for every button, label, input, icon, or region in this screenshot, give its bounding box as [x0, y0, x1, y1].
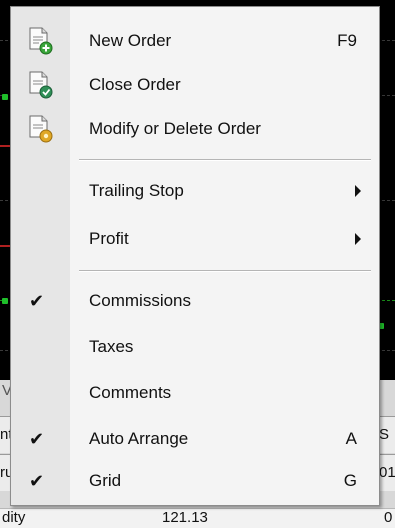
menu-item-label: Grid — [89, 471, 122, 490]
menu-item-profit[interactable]: Profit — [11, 217, 379, 261]
menu-item-close-order[interactable]: Close Order — [11, 63, 379, 107]
context-menu: New Order F9 Close Order Modify or Delet… — [10, 6, 380, 506]
table-cell: 121.13 — [162, 509, 208, 526]
menu-item-taxes[interactable]: Taxes — [11, 325, 379, 369]
close-order-icon — [27, 71, 53, 99]
menu-separator — [79, 159, 371, 161]
menu-item-label: Close Order — [89, 75, 181, 94]
menu-item-label: New Order — [89, 31, 172, 50]
menu-item-label: Commissions — [89, 291, 192, 310]
check-icon: ✔ — [29, 291, 45, 311]
table-cell: 0 — [384, 509, 393, 526]
check-icon: ✔ — [29, 471, 45, 491]
menu-item-label: Taxes — [89, 337, 134, 356]
menu-item-label: Comments — [89, 383, 172, 402]
new-order-icon — [27, 27, 53, 55]
table-cell: 01 — [379, 464, 395, 481]
price-point — [2, 94, 8, 100]
submenu-arrow-icon — [355, 233, 361, 245]
table-cell: dity — [2, 509, 26, 526]
menu-item-label: Modify or Delete Order — [89, 119, 261, 138]
menu-item-new-order[interactable]: New Order F9 — [11, 19, 379, 63]
menu-shortcut: A — [345, 429, 357, 448]
menu-item-label: Profit — [89, 229, 129, 248]
submenu-arrow-icon — [355, 185, 361, 197]
menu-item-auto-arrange[interactable]: ✔ Auto Arrange A — [11, 417, 379, 461]
price-point — [2, 298, 8, 304]
menu-shortcut: F9 — [337, 31, 357, 50]
menu-shortcut: G — [343, 471, 357, 490]
menu-item-label: Auto Arrange — [89, 429, 189, 448]
table-row[interactable]: dity 121.13 0 — [0, 508, 395, 528]
menu-item-commissions[interactable]: ✔ Commissions — [11, 279, 379, 323]
menu-item-modify-delete-order[interactable]: Modify or Delete Order — [11, 107, 379, 151]
table-cell: S — [379, 426, 390, 443]
menu-item-trailing-stop[interactable]: Trailing Stop — [11, 169, 379, 213]
menu-item-grid[interactable]: ✔ Grid G — [11, 459, 379, 503]
menu-item-comments[interactable]: Comments — [11, 371, 379, 415]
modify-order-icon — [27, 115, 53, 143]
menu-separator — [79, 270, 371, 272]
check-icon: ✔ — [29, 429, 45, 449]
menu-item-label: Trailing Stop — [89, 181, 184, 200]
